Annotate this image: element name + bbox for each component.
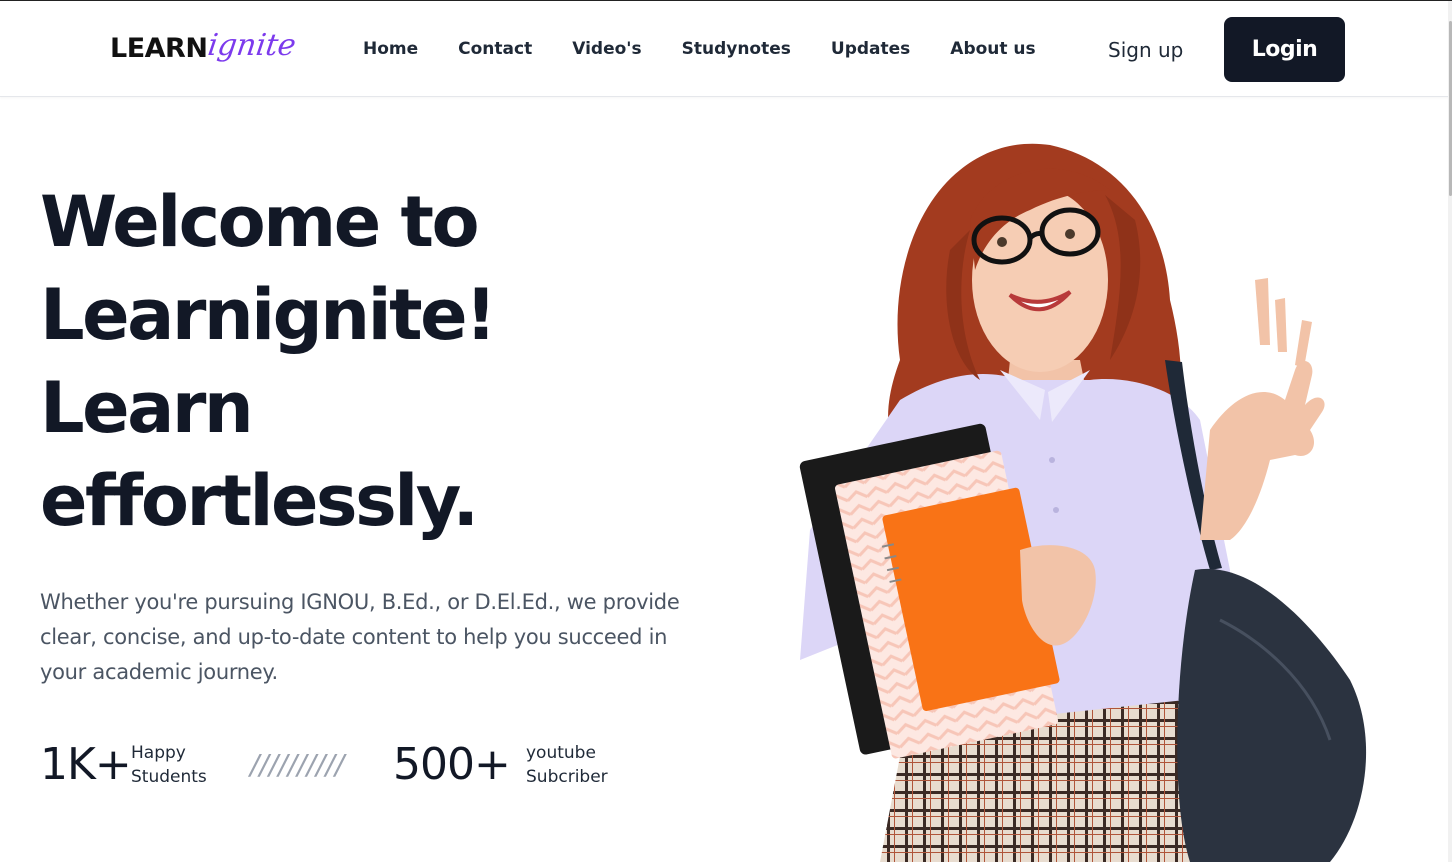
finger	[1295, 320, 1312, 368]
finger	[1275, 298, 1287, 352]
stat-students-label-line1: Happy	[131, 743, 186, 763]
brand-logo[interactable]: LEARN ignite	[110, 28, 299, 79]
hero-title-line: Welcome to	[40, 181, 480, 263]
hero-description: Whether you're pursuing IGNOU, B.Ed., or…	[40, 590, 680, 684]
stat-subscribers-value: 500+	[393, 739, 511, 790]
logo-main-text: LEARN	[110, 33, 208, 64]
stat-students-value: 1K+	[40, 739, 132, 790]
eye-right	[1065, 229, 1075, 239]
raised-hand	[1200, 360, 1325, 540]
stat-subscribers-label-line1: youtube	[526, 743, 596, 763]
nav-contact[interactable]: Contact	[458, 38, 532, 60]
hero-title-line: Learnignite!	[40, 274, 497, 356]
login-button[interactable]: Login	[1224, 17, 1345, 82]
stat-subscribers-label-line2: Subcriber	[526, 767, 608, 787]
logo-script-text: ignite	[206, 28, 299, 63]
nav-updates[interactable]: Updates	[831, 38, 910, 60]
hero-title-line: effortlessly.	[40, 460, 479, 542]
hero-student-image	[799, 143, 1367, 862]
signup-link[interactable]: Sign up	[1108, 38, 1183, 62]
stat-students-label-line2: Students	[131, 767, 207, 787]
shirt-button	[1053, 507, 1059, 513]
nav-about-us[interactable]: About us	[950, 38, 1035, 60]
eye-left	[997, 237, 1007, 247]
scrollbar-track[interactable]	[1448, 1, 1452, 862]
site-header: LEARN ignite Home Contact Video's Studyn…	[0, 1, 1452, 97]
nav-studynotes[interactable]: Studynotes	[682, 38, 791, 60]
main-nav: Home Contact Video's Studynotes Updates …	[363, 38, 1076, 60]
nav-videos[interactable]: Video's	[572, 38, 641, 60]
hero-title: Welcome to Learnignite! Learn effortless…	[40, 176, 660, 548]
hero-title-line: Learn	[40, 367, 254, 449]
stats-separator: //////////	[250, 748, 345, 781]
backpack	[1177, 568, 1367, 862]
finger	[1255, 278, 1270, 345]
shirt-button	[1049, 457, 1055, 463]
nav-home[interactable]: Home	[363, 38, 418, 60]
